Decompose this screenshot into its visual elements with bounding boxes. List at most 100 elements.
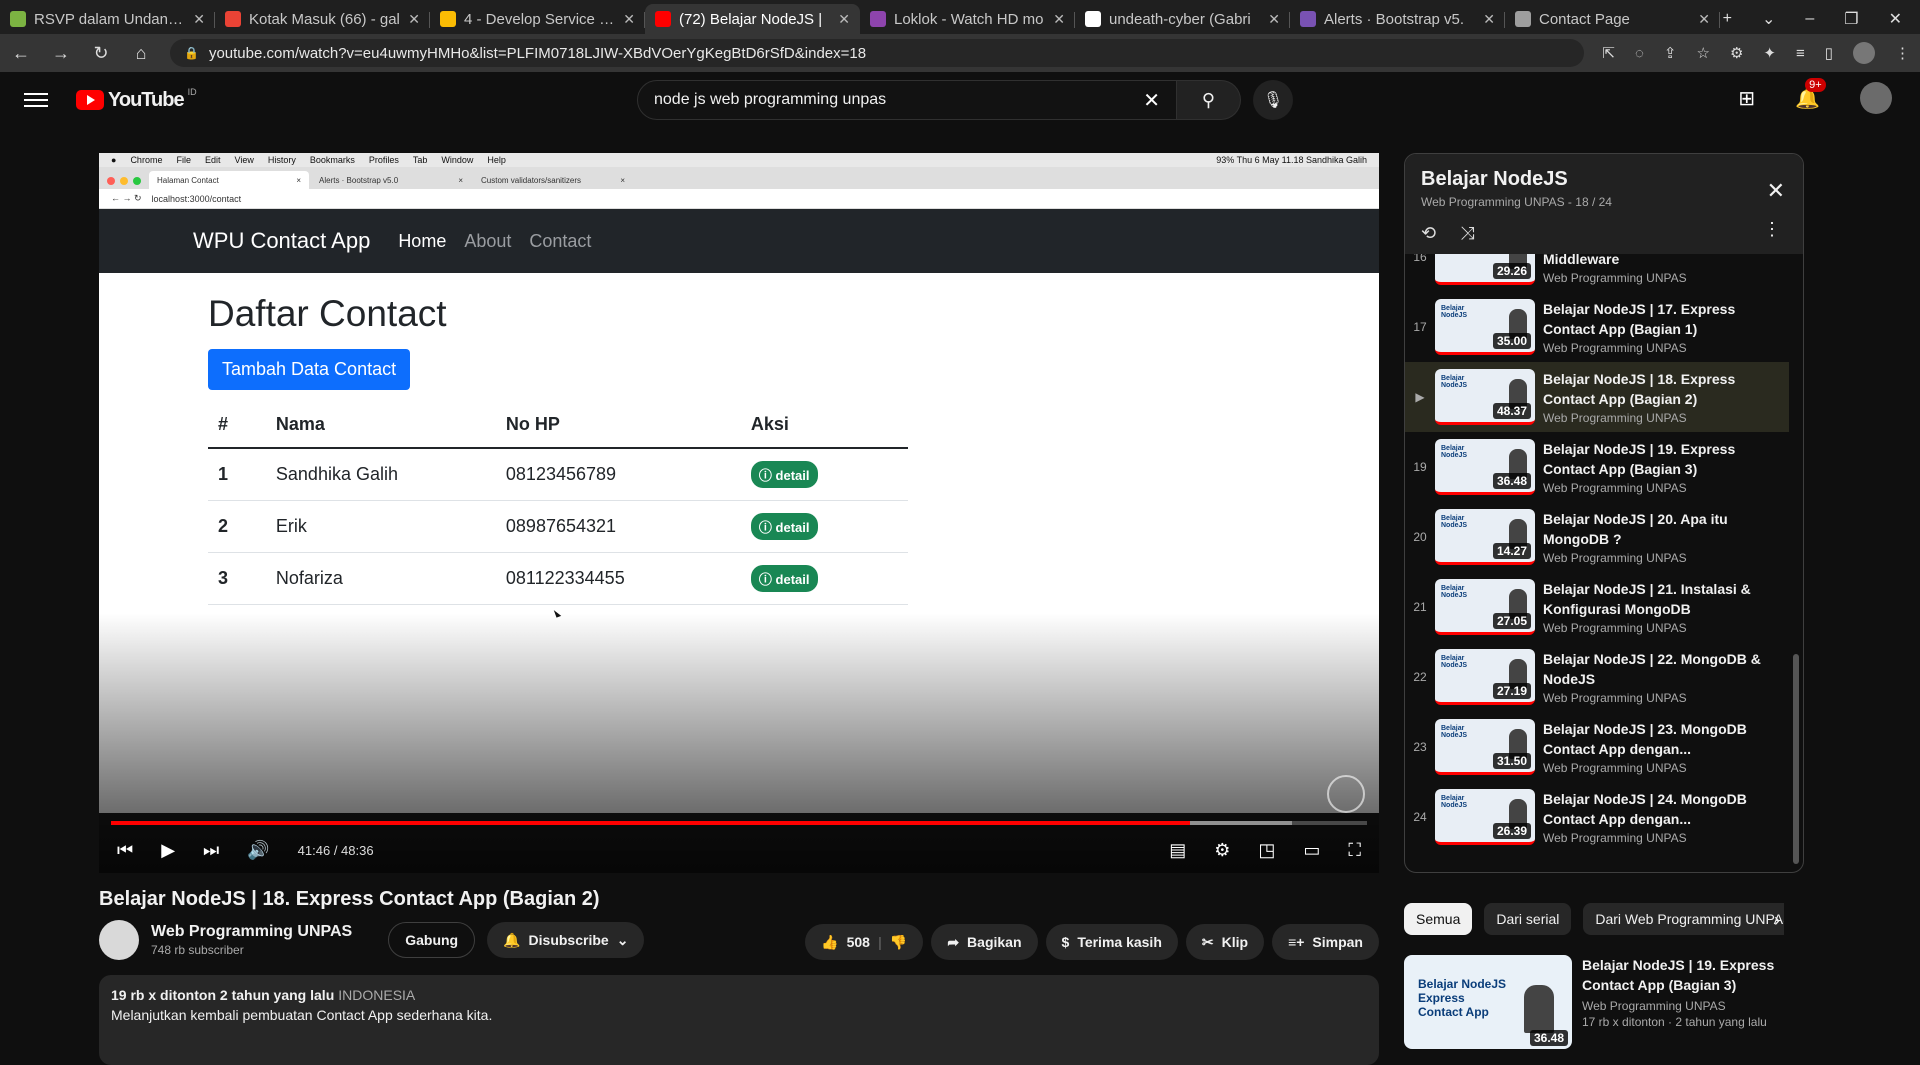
join-button[interactable]: Gabung <box>388 922 476 958</box>
playlist-item[interactable]: 20 Belajar NodeJS 14.27 Belajar NodeJS | 20… <box>1405 502 1789 572</box>
related-thumbnail[interactable]: Belajar NodeJS Express Contact App 36.48 <box>1404 955 1572 1049</box>
previous-icon[interactable]: ⏮ <box>117 840 133 861</box>
tab-close-icon[interactable]: ✕ <box>1053 11 1065 28</box>
browser-tab[interactable]: 4 - Develop Service Mc ✕ <box>430 4 645 34</box>
subscribe-button[interactable]: 🔔 Disubscribe ⌄ <box>487 922 645 958</box>
playlist-item[interactable]: ▶ Belajar NodeJS 48.37 Belajar NodeJS | 18.… <box>1405 362 1789 432</box>
playlist-item[interactable]: 21 Belajar NodeJS 27.05 Belajar NodeJS | 21… <box>1405 572 1789 642</box>
filter-chip[interactable]: Semua <box>1404 903 1473 935</box>
share-icon[interactable]: ⇪ <box>1664 44 1677 62</box>
related-video[interactable]: Belajar NodeJS Express Contact App 36.48… <box>1404 955 1782 1049</box>
notifications-bell-icon[interactable]: 🔔 9+ <box>1795 77 1826 111</box>
browser-tab[interactable]: Kotak Masuk (66) - gal ✕ <box>215 4 430 34</box>
tab-close-icon[interactable]: ✕ <box>1268 11 1280 28</box>
filter-chip[interactable]: Dari Web Programming UNPAS <box>1583 903 1784 935</box>
next-icon[interactable]: ⏭ <box>203 840 219 861</box>
playlist-item-title[interactable]: Belajar NodeJS | 23. MongoDB Contact App… <box>1543 719 1773 759</box>
play-icon[interactable]: ▶ <box>161 840 175 861</box>
playlist-item[interactable]: 23 Belajar NodeJS 31.50 Belajar NodeJS | 23… <box>1405 712 1789 782</box>
chevron-right-icon[interactable]: › <box>1774 910 1780 931</box>
thumbs-down-icon[interactable]: 👎 <box>890 934 907 951</box>
restore-icon[interactable]: ❐ <box>1844 9 1858 29</box>
browser-tab[interactable]: RSVP dalam Undangan ✕ <box>0 4 215 34</box>
browser-menu-icon[interactable]: ⋮ <box>1895 44 1910 62</box>
clip-button[interactable]: ✂ Klip <box>1185 924 1265 960</box>
playlist-thumbnail[interactable]: Belajar NodeJS 27.05 <box>1435 579 1535 635</box>
youtube-logo[interactable]: YouTube ID <box>76 87 197 112</box>
user-avatar[interactable] <box>1860 82 1892 114</box>
close-playlist-icon[interactable]: ✕ <box>1767 178 1785 204</box>
playlist-thumbnail[interactable]: Belajar NodeJS 36.48 <box>1435 439 1535 495</box>
playlist-thumbnail[interactable]: Belajar NodeJS 48.37 <box>1435 369 1535 425</box>
playlist-item-title[interactable]: Belajar NodeJS | 24. MongoDB Contact App… <box>1543 789 1773 829</box>
search-button[interactable]: ⚲ <box>1177 80 1241 120</box>
create-video-icon[interactable]: ⊞ <box>1738 86 1755 111</box>
reload-icon[interactable]: ↻ <box>90 43 112 64</box>
browser-tab[interactable]: Contact Page ✕ <box>1505 4 1720 34</box>
filter-chip[interactable]: Dari serial <box>1484 903 1572 935</box>
shuffle-icon[interactable]: ⤨ <box>1460 223 1474 244</box>
miniplayer-icon[interactable]: ◳ <box>1258 840 1275 861</box>
playlist-item[interactable]: 17 Belajar NodeJS 35.00 Belajar NodeJS | 17… <box>1405 292 1789 362</box>
playlist-item[interactable]: 24 Belajar NodeJS 26.39 Belajar NodeJS | 24… <box>1405 782 1789 852</box>
voice-search-button[interactable]: 🎙 <box>1253 80 1293 120</box>
tab-close-icon[interactable]: ✕ <box>193 11 205 28</box>
search-input[interactable]: node js web programming unpas ✕ <box>637 80 1177 120</box>
playlist-thumbnail[interactable]: Belajar NodeJS 35.00 <box>1435 299 1535 355</box>
media-control-icon[interactable]: ≡ <box>1796 45 1805 62</box>
fullscreen-icon[interactable]: ⛶ <box>1348 840 1361 861</box>
cast-icon[interactable]: ◌ <box>1635 45 1644 62</box>
bookmark-star-icon[interactable]: ☆ <box>1696 44 1709 62</box>
playlist-thumbnail[interactable]: Belajar NodeJS29.26 <box>1435 250 1535 285</box>
tab-close-icon[interactable]: ✕ <box>408 11 420 28</box>
playlist-item-title[interactable]: Belajar NodeJS | 21. Instalasi & Konfigu… <box>1543 579 1773 619</box>
close-window-icon[interactable]: ✕ <box>1889 9 1902 29</box>
url-field[interactable]: 🔒 youtube.com/watch?v=eu4uwmyHMHo&list=P… <box>170 39 1585 67</box>
playlist-item-title[interactable]: Belajar NodeJS | 18. Express Contact App… <box>1543 369 1773 409</box>
tab-search-icon[interactable]: ⌄ <box>1762 9 1775 29</box>
channel-watermark[interactable] <box>1327 775 1365 813</box>
browser-tab[interactable]: (72) Belajar NodeJS | ✕ <box>645 4 860 34</box>
settings-gear-icon[interactable]: ⚙ <box>1214 840 1230 861</box>
minimize-icon[interactable]: – <box>1805 10 1814 28</box>
tab-close-icon[interactable]: ✕ <box>838 11 850 28</box>
browser-tab[interactable]: undeath-cyber (Gabri ✕ <box>1075 4 1290 34</box>
playlist-item[interactable]: 19 Belajar NodeJS 36.48 Belajar NodeJS | 19… <box>1405 432 1789 502</box>
description-box[interactable]: 19 rb x ditonton 2 tahun yang lalu INDONE… <box>99 975 1379 1065</box>
home-icon[interactable]: ⌂ <box>130 43 152 64</box>
tab-close-icon[interactable]: ✕ <box>1698 11 1710 28</box>
thanks-button[interactable]: $ Terima kasih <box>1045 924 1178 960</box>
forward-icon[interactable]: → <box>50 43 72 64</box>
related-title[interactable]: Belajar NodeJS | 19. Express Contact App… <box>1582 955 1782 995</box>
playlist-thumbnail[interactable]: Belajar NodeJS 26.39 <box>1435 789 1535 845</box>
extension-gear-icon[interactable]: ⚙ <box>1730 44 1743 62</box>
playlist-more-icon[interactable]: ⋮ <box>1763 219 1781 240</box>
back-icon[interactable]: ← <box>10 43 32 64</box>
playlist-item[interactable]: 22 Belajar NodeJS 27.19 Belajar NodeJS | 22… <box>1405 642 1789 712</box>
tab-close-icon[interactable]: ✕ <box>1483 11 1495 28</box>
clear-search-icon[interactable]: ✕ <box>1143 88 1160 113</box>
playlist-thumbnail[interactable]: Belajar NodeJS 27.19 <box>1435 649 1535 705</box>
playlist-thumbnail[interactable]: Belajar NodeJS 31.50 <box>1435 719 1535 775</box>
playlist-scrollbar[interactable] <box>1793 654 1799 864</box>
extensions-puzzle-icon[interactable]: ✦ <box>1763 44 1776 62</box>
browser-tab[interactable]: Alerts · Bootstrap v5. ✕ <box>1290 4 1505 34</box>
channel-avatar[interactable] <box>99 920 139 960</box>
playlist-thumbnail[interactable]: Belajar NodeJS 14.27 <box>1435 509 1535 565</box>
channel-name[interactable]: Web Programming UNPAS <box>151 923 352 941</box>
lock-icon[interactable]: 🔒 <box>184 46 199 60</box>
playlist-item-title[interactable]: Belajar NodeJS | 22. MongoDB & NodeJS <box>1543 649 1773 689</box>
playlist-title[interactable]: Belajar NodeJS <box>1421 168 1787 191</box>
progress-bar[interactable] <box>111 821 1367 825</box>
playlist-item[interactable]: 16Belajar NodeJS29.26Belajar NodeJS | 16… <box>1405 250 1789 292</box>
subtitles-icon[interactable]: ▤ <box>1169 840 1186 861</box>
save-button[interactable]: ≡+ Simpan <box>1272 924 1379 960</box>
video-player[interactable]: ● Chrome File Edit View History Bookmarks Prof… <box>99 153 1379 873</box>
thumbs-up-icon[interactable]: 👍 <box>821 934 838 951</box>
theater-mode-icon[interactable]: ▭ <box>1303 840 1320 861</box>
playlist-item-title[interactable]: Belajar NodeJS | 19. Express Contact App… <box>1543 439 1773 479</box>
browser-tab[interactable]: Loklok - Watch HD mo ✕ <box>860 4 1075 34</box>
new-tab-icon[interactable]: + <box>1723 10 1732 28</box>
hamburger-menu-icon[interactable] <box>24 93 48 107</box>
playlist-item-title[interactable]: Belajar NodeJS | 20. Apa itu MongoDB ? <box>1543 509 1773 549</box>
